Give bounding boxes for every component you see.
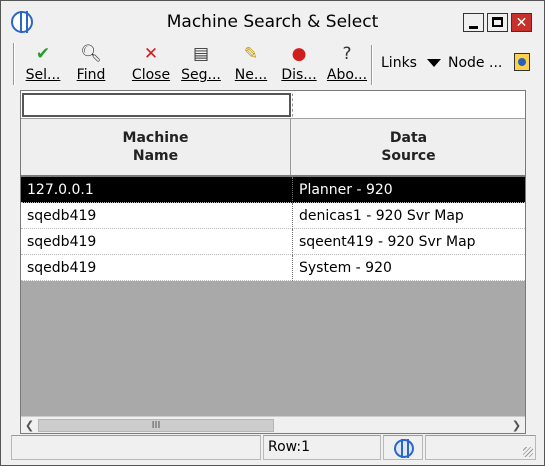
globe-icon	[394, 439, 414, 458]
data-source-cell: System - 920	[292, 255, 525, 281]
machine-name-cell: sqedb419	[27, 260, 97, 276]
table-row[interactable]: sqedb419 System - 920	[21, 255, 525, 281]
node-navigator-icon[interactable]	[514, 53, 530, 71]
segment-button[interactable]: ▤ Seg...	[179, 41, 223, 87]
data-source-cell: sqeent419 - 920 Svr Map	[292, 229, 525, 255]
find-button-label: Find	[76, 67, 106, 83]
segment-button-label: Seg...	[181, 67, 221, 83]
column-header-data-source[interactable]: Data Source	[292, 119, 525, 175]
machine-name-cell: sqedb419	[27, 234, 97, 250]
scroll-right-icon[interactable]: ❯	[508, 417, 525, 434]
select-checkmark-icon: ✔	[35, 44, 51, 64]
scroll-left-icon[interactable]: ❮	[21, 417, 38, 434]
header-line: Name	[132, 148, 179, 164]
about-help-icon: ?	[342, 44, 352, 64]
horizontal-scrollbar[interactable]: ❮ III ❯	[21, 416, 525, 433]
segment-document-icon: ▤	[192, 44, 210, 64]
query-by-example-row	[21, 91, 525, 119]
resize-grip-icon[interactable]	[523, 447, 533, 457]
data-source-cell: Planner - 920	[292, 177, 525, 203]
links-dropdown[interactable]: Links	[381, 55, 441, 71]
status-row-pane: Row:1	[263, 435, 381, 460]
toolbar-separator	[371, 45, 373, 85]
select-button-label: Sel...	[25, 67, 61, 83]
new-icon: ✎	[243, 44, 259, 64]
toolbar-grip[interactable]	[13, 43, 15, 85]
find-button[interactable]: 🔍︎ Find	[69, 41, 113, 87]
maximize-button[interactable]	[487, 13, 508, 32]
row-indicator: Row:1	[268, 439, 310, 455]
dropdown-arrow-icon	[426, 59, 441, 67]
header-line: Source	[381, 148, 436, 164]
display-button[interactable]: ● Dis...	[277, 41, 321, 87]
new-button[interactable]: ✎ Ne...	[229, 41, 273, 87]
status-extra-pane	[425, 435, 536, 460]
close-x-icon: ✕	[143, 44, 159, 64]
table-row[interactable]: 127.0.0.1 Planner - 920	[21, 177, 525, 203]
data-source-cell: denicas1 - 920 Svr Map	[292, 203, 525, 229]
status-bar: Row:1	[11, 435, 536, 461]
header-line: Machine	[122, 130, 189, 146]
title-bar[interactable]: Machine Search & Select ✕	[1, 1, 544, 39]
node-label: Node ...	[448, 55, 503, 71]
table-row[interactable]: sqedb419 sqeent419 - 920 Svr Map	[21, 229, 525, 255]
toolbar: ✔ Sel... 🔍︎ Find ✕ Close ▤ Seg... ✎ Ne..…	[11, 41, 536, 87]
new-button-label: Ne...	[234, 67, 268, 83]
results-grid: Machine Name Data Source 127.0.0.1 Plann…	[20, 90, 526, 434]
grid-rows: 127.0.0.1 Planner - 920 sqedb419 denicas…	[21, 177, 525, 281]
close-button-label: Close	[131, 67, 171, 83]
display-icon: ●	[291, 44, 307, 64]
scroll-thumb[interactable]: III	[38, 419, 274, 432]
machine-name-cell: sqedb419	[27, 208, 97, 224]
column-header-row: Machine Name Data Source	[21, 119, 525, 177]
close-icon: ✕	[515, 15, 528, 31]
machine-name-cell: 127.0.0.1	[27, 182, 94, 198]
about-button-label: Abo...	[326, 67, 368, 83]
display-button-label: Dis...	[281, 67, 317, 83]
data-source-filter-input[interactable]	[292, 93, 524, 117]
close-button[interactable]: ✕ Close	[129, 41, 173, 87]
maximize-icon	[492, 17, 503, 27]
find-magnifier-icon: 🔍︎	[80, 44, 102, 64]
machine-search-window: Machine Search & Select ✕ ✔ Sel... 🔍︎ Fi…	[0, 0, 545, 466]
about-button[interactable]: ? Abo...	[325, 41, 369, 87]
header-line: Data	[389, 130, 428, 146]
table-row[interactable]: sqedb419 denicas1 - 920 Svr Map	[21, 203, 525, 229]
status-icon-pane	[383, 435, 423, 460]
status-message-pane	[11, 435, 261, 460]
machine-name-filter-input[interactable]	[22, 93, 291, 117]
minimize-icon	[469, 26, 478, 29]
close-window-button[interactable]: ✕	[511, 13, 532, 32]
node-button[interactable]: Node ...	[448, 55, 502, 71]
column-header-machine-name[interactable]: Machine Name	[21, 119, 291, 175]
minimize-button[interactable]	[463, 13, 484, 32]
select-button[interactable]: ✔ Sel...	[21, 41, 65, 87]
links-label: Links	[381, 55, 417, 71]
